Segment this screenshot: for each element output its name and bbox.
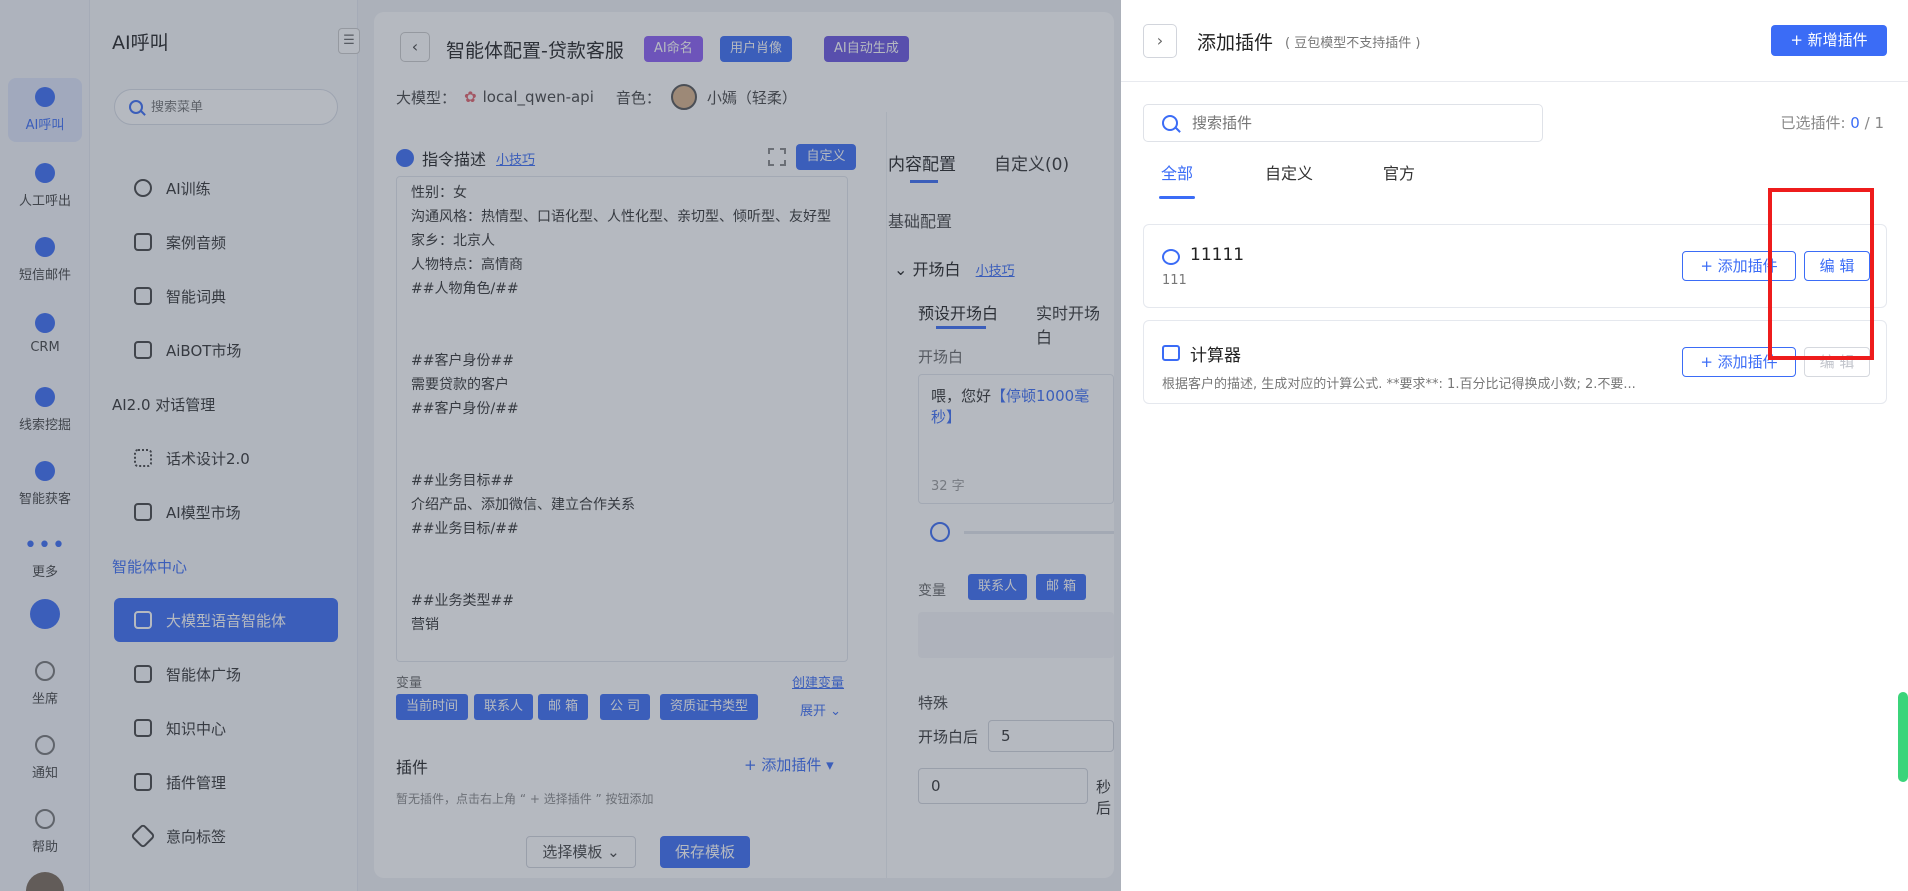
drawer-close-button[interactable]: › xyxy=(1143,24,1177,58)
drawer-title: 添加插件 xyxy=(1197,32,1274,54)
plugin-search[interactable] xyxy=(1143,104,1543,142)
drawer-header: › 添加插件 ( 豆包模型不支持插件 ) + 新增插件 xyxy=(1121,0,1908,82)
annotation-highlight-box xyxy=(1768,188,1874,360)
tab-indicator xyxy=(1159,196,1195,199)
chevron-right-icon: › xyxy=(1156,31,1164,50)
tab-official[interactable]: 官方 xyxy=(1383,160,1415,184)
app-root: AI呼叫 人工呼出 短信邮件 CRM 线索挖掘 智能获客 ••• 更多 坐席 通知… xyxy=(0,0,1908,891)
tab-all[interactable]: 全部 xyxy=(1161,160,1193,184)
plugin-icon xyxy=(1162,249,1180,265)
plugin-name: 计算器 xyxy=(1190,346,1241,366)
drawer-subtitle: ( 豆包模型不支持插件 ) xyxy=(1285,36,1421,51)
search-icon xyxy=(1162,115,1178,131)
tab-custom-plugins[interactable]: 自定义 xyxy=(1265,160,1313,184)
new-plugin-button[interactable]: + 新增插件 xyxy=(1771,25,1887,56)
scrollbar-thumb[interactable] xyxy=(1898,692,1908,782)
plugin-search-input[interactable] xyxy=(1192,114,1512,132)
add-plugin-drawer: › 添加插件 ( 豆包模型不支持插件 ) + 新增插件 已选插件: 0 / 1 … xyxy=(1121,0,1908,891)
plugin-desc: 根据客户的描述, 生成对应的计算公式. **要求**: 1.百分比记得换成小数;… xyxy=(1162,377,1636,392)
calculator-icon xyxy=(1162,345,1180,361)
plugin-name: 11111 xyxy=(1190,245,1245,265)
plugin-desc: 111 xyxy=(1162,273,1187,288)
selected-count: 已选插件: 0 / 1 xyxy=(1780,114,1884,132)
